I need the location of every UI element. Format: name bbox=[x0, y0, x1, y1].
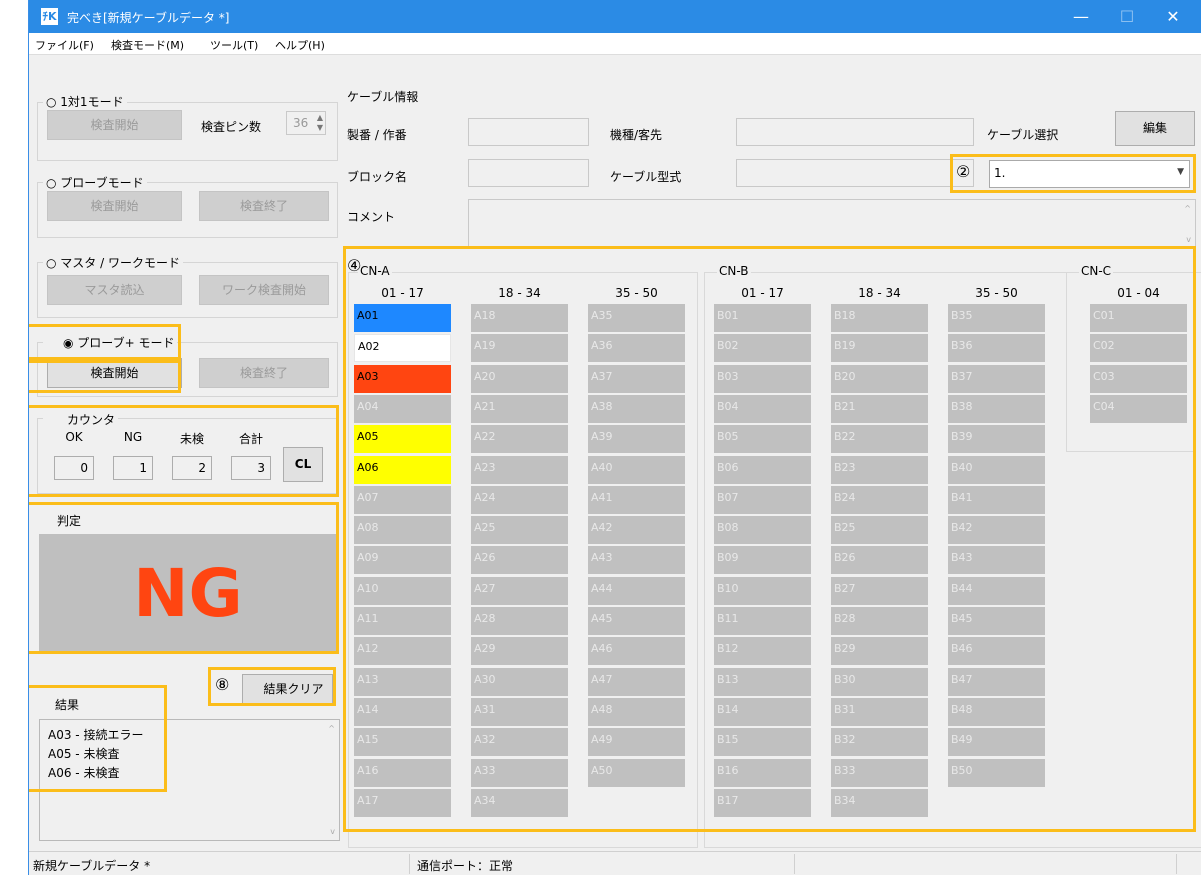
menu-help[interactable]: ヘルプ(H) bbox=[275, 37, 325, 53]
probe-plus-end-button[interactable]: 検査終了 bbox=[199, 358, 329, 388]
highlight-box-5 bbox=[29, 502, 339, 654]
block-name-label: ブロック名 bbox=[347, 170, 408, 184]
probe-label: プローブモード bbox=[60, 176, 144, 190]
master-work-label: マスタ / ワークモード bbox=[60, 256, 180, 270]
edit-button[interactable]: 編集 bbox=[1115, 111, 1195, 146]
scroll-up-icon[interactable]: ^ bbox=[328, 724, 335, 733]
master-read-button[interactable]: マスタ読込 bbox=[47, 275, 182, 305]
scroll-down-icon[interactable]: v bbox=[330, 827, 335, 836]
cable-type-label: ケーブル型式 bbox=[610, 170, 682, 184]
pin-count-value: 36 bbox=[293, 116, 309, 130]
pin-count-label: 検査ピン数 bbox=[201, 120, 262, 134]
one-to-one-start-button[interactable]: 検査開始 bbox=[47, 110, 182, 140]
master-work-radio[interactable]: ○ マスタ / ワークモード bbox=[43, 254, 183, 271]
serial-label: 製番 / 作番 bbox=[347, 128, 407, 142]
app-logo-icon: ﾁK bbox=[41, 8, 58, 25]
app-window: ﾁK 完べき[新規ケーブルデータ *] — ☐ ✕ ファイル(F) 検査モード(… bbox=[28, 0, 1201, 875]
highlight-box-6 bbox=[29, 405, 339, 497]
one-to-one-radio[interactable]: ○ 1対1モード bbox=[43, 93, 127, 110]
block-name-field[interactable] bbox=[468, 159, 589, 187]
cable-type-field[interactable] bbox=[736, 159, 974, 187]
stepper-arrows-icon[interactable]: ▲ ▼ bbox=[317, 113, 323, 133]
menu-tools[interactable]: ツール(T) bbox=[210, 37, 258, 53]
marker-4: ④ bbox=[347, 256, 362, 275]
comment-label: コメント bbox=[347, 210, 396, 224]
minimize-button[interactable]: — bbox=[1058, 0, 1104, 33]
status-file: 新規ケーブルデータ * bbox=[33, 859, 151, 873]
serial-field[interactable] bbox=[468, 118, 589, 146]
menu-file[interactable]: ファイル(F) bbox=[35, 37, 94, 53]
highlight-box-2 bbox=[950, 154, 1196, 193]
comment-field[interactable]: ^ v bbox=[468, 199, 1196, 247]
status-divider bbox=[1176, 854, 1177, 874]
close-button[interactable]: ✕ bbox=[1150, 0, 1196, 33]
cable-select-label: ケーブル選択 bbox=[987, 128, 1059, 142]
marker-8: ⑧ bbox=[215, 675, 230, 694]
cable-info-title: ケーブル情報 bbox=[347, 90, 419, 104]
window-title: 完べき[新規ケーブルデータ *] bbox=[67, 11, 230, 25]
scroll-up-icon[interactable]: ^ bbox=[1184, 204, 1191, 213]
title-bar[interactable]: ﾁK 完べき[新規ケーブルデータ *] — ☐ ✕ bbox=[29, 0, 1201, 33]
highlight-box-7 bbox=[29, 685, 167, 792]
status-divider bbox=[409, 854, 410, 874]
model-label: 機種/客先 bbox=[610, 128, 663, 142]
probe-radio[interactable]: ○ プローブモード bbox=[43, 174, 147, 191]
scroll-down-icon[interactable]: v bbox=[1186, 235, 1191, 244]
highlight-box-3 bbox=[29, 360, 181, 393]
menu-inspection-mode[interactable]: 検査モード(M) bbox=[111, 37, 184, 53]
one-to-one-label: 1対1モード bbox=[60, 95, 124, 109]
menu-bar: ファイル(F) 検査モード(M) ツール(T) ヘルプ(H) bbox=[29, 33, 1201, 55]
probe-end-button[interactable]: 検査終了 bbox=[199, 191, 329, 221]
marker-2: ② bbox=[956, 162, 971, 181]
pin-count-stepper[interactable]: 36 ▲ ▼ bbox=[286, 111, 326, 135]
status-bar: 新規ケーブルデータ * 通信ポート：正常 bbox=[29, 851, 1201, 875]
status-port: 通信ポート：正常 bbox=[417, 859, 514, 873]
highlight-box-4 bbox=[343, 246, 1196, 832]
model-field[interactable] bbox=[736, 118, 974, 146]
probe-start-button[interactable]: 検査開始 bbox=[47, 191, 182, 221]
highlight-box-1 bbox=[29, 324, 181, 360]
maximize-button[interactable]: ☐ bbox=[1104, 0, 1150, 33]
work-inspection-start-button[interactable]: ワーク検査開始 bbox=[199, 275, 329, 305]
status-divider bbox=[794, 854, 795, 874]
